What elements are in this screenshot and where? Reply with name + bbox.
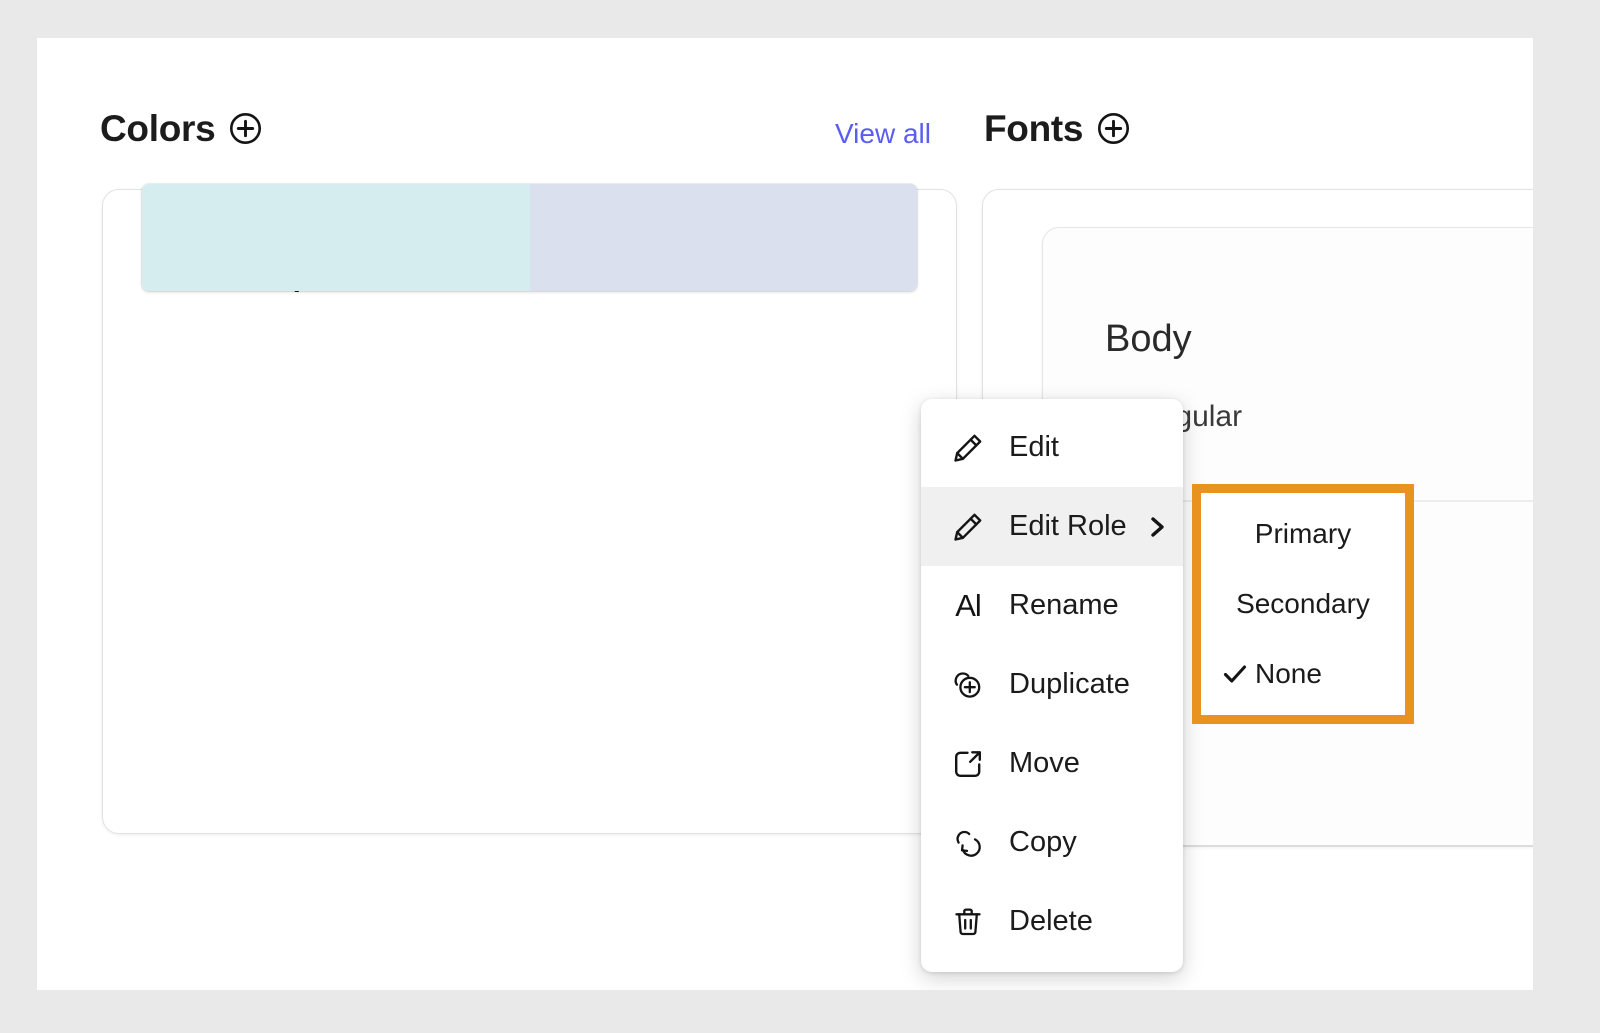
page-title-fonts: Fonts: [984, 108, 1084, 149]
color-swatch-mint[interactable]: [142, 184, 530, 291]
trash-icon: [949, 903, 987, 941]
copy-icon: [949, 824, 987, 862]
menu-item-label: Edit: [1009, 431, 1059, 463]
text-cursor-icon: Al: [949, 587, 987, 625]
menu-item-label: Rename: [1009, 589, 1119, 621]
menu-item-move[interactable]: Move: [921, 724, 1183, 803]
rename-glyph: Al: [955, 587, 982, 623]
duplicate-icon: [949, 666, 987, 704]
color-swatch-periwinkle[interactable]: [529, 184, 917, 291]
menu-item-duplicate[interactable]: Duplicate: [921, 645, 1183, 724]
menu-item-edit-role[interactable]: Edit Role: [921, 487, 1183, 566]
menu-item-edit[interactable]: Edit: [921, 408, 1183, 487]
pencil-icon: [949, 508, 987, 546]
add-font-icon[interactable]: [1097, 112, 1130, 145]
submenu-item-primary[interactable]: Primary: [1201, 503, 1405, 565]
menu-item-label: Move: [1009, 747, 1080, 779]
submenu-item-label: Primary: [1254, 518, 1352, 549]
app-panel: Colors View all Fonts Color palettes Bod…: [37, 38, 1533, 990]
menu-item-label: Duplicate: [1009, 668, 1130, 700]
color-palette-swatch-row[interactable]: [142, 184, 917, 291]
edit-role-submenu-highlight: Primary Secondary None: [1192, 484, 1414, 724]
fonts-section-header: Fonts: [984, 110, 1130, 147]
page-title-colors: Colors: [100, 108, 216, 149]
checkmark-icon: [1215, 659, 1255, 689]
context-menu: Edit Edit Role Al Rename Duplicate Move …: [921, 399, 1183, 972]
edit-role-submenu: Primary Secondary None: [1201, 493, 1405, 715]
menu-item-label: Delete: [1009, 905, 1093, 937]
pencil-icon: [949, 429, 987, 467]
move-out-icon: [949, 745, 987, 783]
submenu-item-label: None: [1255, 658, 1322, 689]
submenu-item-label: Secondary: [1236, 588, 1370, 619]
submenu-item-none[interactable]: None: [1201, 643, 1405, 705]
menu-item-copy[interactable]: Copy: [921, 803, 1183, 882]
add-color-icon[interactable]: [229, 112, 262, 145]
submenu-item-secondary[interactable]: Secondary: [1201, 573, 1405, 635]
menu-item-delete[interactable]: Delete: [921, 882, 1183, 961]
menu-item-label: Copy: [1009, 826, 1077, 858]
colors-section-header: Colors: [100, 110, 262, 147]
chevron-right-icon: [1145, 515, 1169, 539]
font-sample-name: Body: [1105, 318, 1192, 360]
menu-item-label: Edit Role: [1009, 510, 1127, 542]
view-all-link[interactable]: View all: [835, 120, 931, 148]
menu-item-rename[interactable]: Al Rename: [921, 566, 1183, 645]
